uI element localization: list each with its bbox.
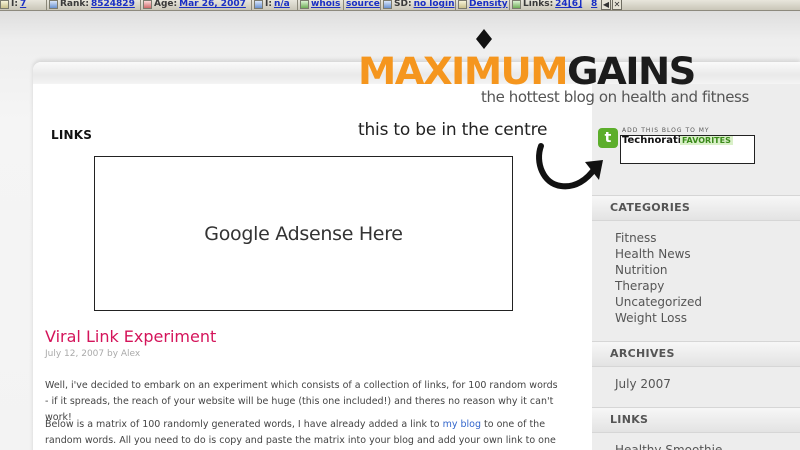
toolbar-label: Rank: — [60, 0, 89, 9]
toolbar-divider — [251, 0, 252, 10]
archives-heading: ARCHIVES — [592, 341, 800, 367]
toolbar-item-pagerank[interactable]: I: 7 — [0, 0, 26, 10]
category-fitness[interactable]: Fitness — [615, 230, 702, 246]
alexa-icon — [49, 0, 58, 9]
ad-placeholder-text: Google Adsense Here — [204, 222, 403, 245]
links-heading: LINKS — [51, 128, 93, 142]
toolbar-value[interactable]: 24[6] — [555, 0, 582, 10]
toolbar-label: I: — [265, 0, 272, 9]
age-icon — [143, 0, 152, 9]
toolbar-label: Age: — [154, 0, 178, 9]
toolbar-divider — [509, 0, 510, 10]
category-weight-loss[interactable]: Weight Loss — [615, 310, 702, 326]
toolbar-divider — [380, 0, 381, 10]
toolbar-divider — [297, 0, 298, 10]
sidebar-links-heading: LINKS — [592, 407, 800, 433]
categories-list: Fitness Health News Nutrition Therapy Un… — [615, 230, 702, 326]
sidebar-links-list: Healthy Smoothie — [615, 442, 722, 450]
toolbar-value[interactable]: no login — [414, 0, 455, 10]
toolbar-label: SD: — [394, 0, 412, 9]
toolbar-value[interactable]: 8 — [591, 0, 597, 10]
site-tagline: the hottest blog on health and fitness — [481, 88, 749, 106]
toolbar-value[interactable]: Mar 26, 2007 — [179, 0, 246, 10]
toolbar-item-age[interactable]: Age: Mar 26, 2007 — [143, 0, 246, 10]
whois-icon — [300, 0, 309, 9]
technorati-icon: t — [598, 128, 618, 148]
category-uncategorized[interactable]: Uncategorized — [615, 294, 702, 310]
index-icon — [254, 0, 263, 9]
technorati-caption: ADD THIS BLOG TO MY — [622, 127, 710, 134]
category-health-news[interactable]: Health News — [615, 246, 702, 262]
categories-heading: CATEGORIES — [592, 195, 800, 221]
post-text: Below is a matrix of 100 randomly genera… — [45, 419, 443, 430]
toolbar-item-links[interactable]: Links: 24[6] — [512, 0, 582, 10]
toolbar-label: I: — [11, 0, 18, 9]
post-paragraph: Below is a matrix of 100 randomly genera… — [45, 417, 560, 450]
toolbar-item-source[interactable]: source — [346, 0, 380, 10]
annotation-note: this to be in the centre — [358, 120, 548, 140]
my-blog-link[interactable]: my blog — [443, 419, 481, 430]
diamond-icon — [476, 29, 492, 49]
toolbar-close-button[interactable]: ✕ — [612, 0, 622, 10]
toolbar-label: Links: — [523, 0, 554, 9]
toolbar-value[interactable]: n/a — [274, 0, 290, 10]
toolbar-value[interactable]: source — [346, 0, 380, 10]
toolbar-value[interactable]: 8524829 — [91, 0, 135, 10]
toolbar-collapse-button[interactable]: ◀ — [601, 0, 611, 10]
toolbar-item-rank[interactable]: Rank: 8524829 — [49, 0, 135, 10]
category-nutrition[interactable]: Nutrition — [615, 262, 702, 278]
sd-icon — [383, 0, 392, 9]
toolbar-divider — [140, 0, 141, 10]
toolbar-item-extra[interactable]: 8 — [591, 0, 597, 10]
links-icon — [512, 0, 521, 9]
logo-maximum: MAXIMUM — [358, 50, 569, 93]
toolbar-item-sd[interactable]: SD: no login — [383, 0, 455, 10]
technorati-favorites: FAVORITES — [680, 136, 733, 145]
post-meta: July 12, 2007 by Alex — [45, 349, 141, 359]
archive-july-2007[interactable]: July 2007 — [615, 376, 671, 392]
category-therapy[interactable]: Therapy — [615, 278, 702, 294]
curved-arrow-icon — [536, 143, 603, 190]
ad-placeholder[interactable]: Google Adsense Here — [94, 156, 513, 311]
density-icon — [458, 0, 467, 9]
link-healthy-smoothie[interactable]: Healthy Smoothie — [615, 442, 722, 450]
toolbar-divider — [46, 0, 47, 10]
post-title[interactable]: Viral Link Experiment — [45, 327, 216, 346]
logo-gains: GAINS — [566, 50, 696, 93]
pagerank-icon — [0, 0, 9, 9]
toolbar-divider — [343, 0, 344, 10]
seo-toolbar: I: 7 Rank: 8524829 Age: Mar 26, 2007 I: … — [0, 0, 800, 11]
toolbar-item-density[interactable]: Density — [458, 0, 508, 10]
toolbar-item-whois[interactable]: whois — [300, 0, 340, 10]
technorati-badge[interactable]: t ADD THIS BLOG TO MY Technorati FAVORIT… — [598, 126, 758, 166]
toolbar-value[interactable]: whois — [311, 0, 340, 10]
toolbar-item-index[interactable]: I: n/a — [254, 0, 290, 10]
toolbar-value[interactable]: Density — [469, 0, 508, 10]
technorati-brand: Technorati — [622, 135, 682, 146]
archives-list: July 2007 — [615, 376, 671, 392]
toolbar-divider — [455, 0, 456, 10]
toolbar-value[interactable]: 7 — [20, 0, 26, 10]
